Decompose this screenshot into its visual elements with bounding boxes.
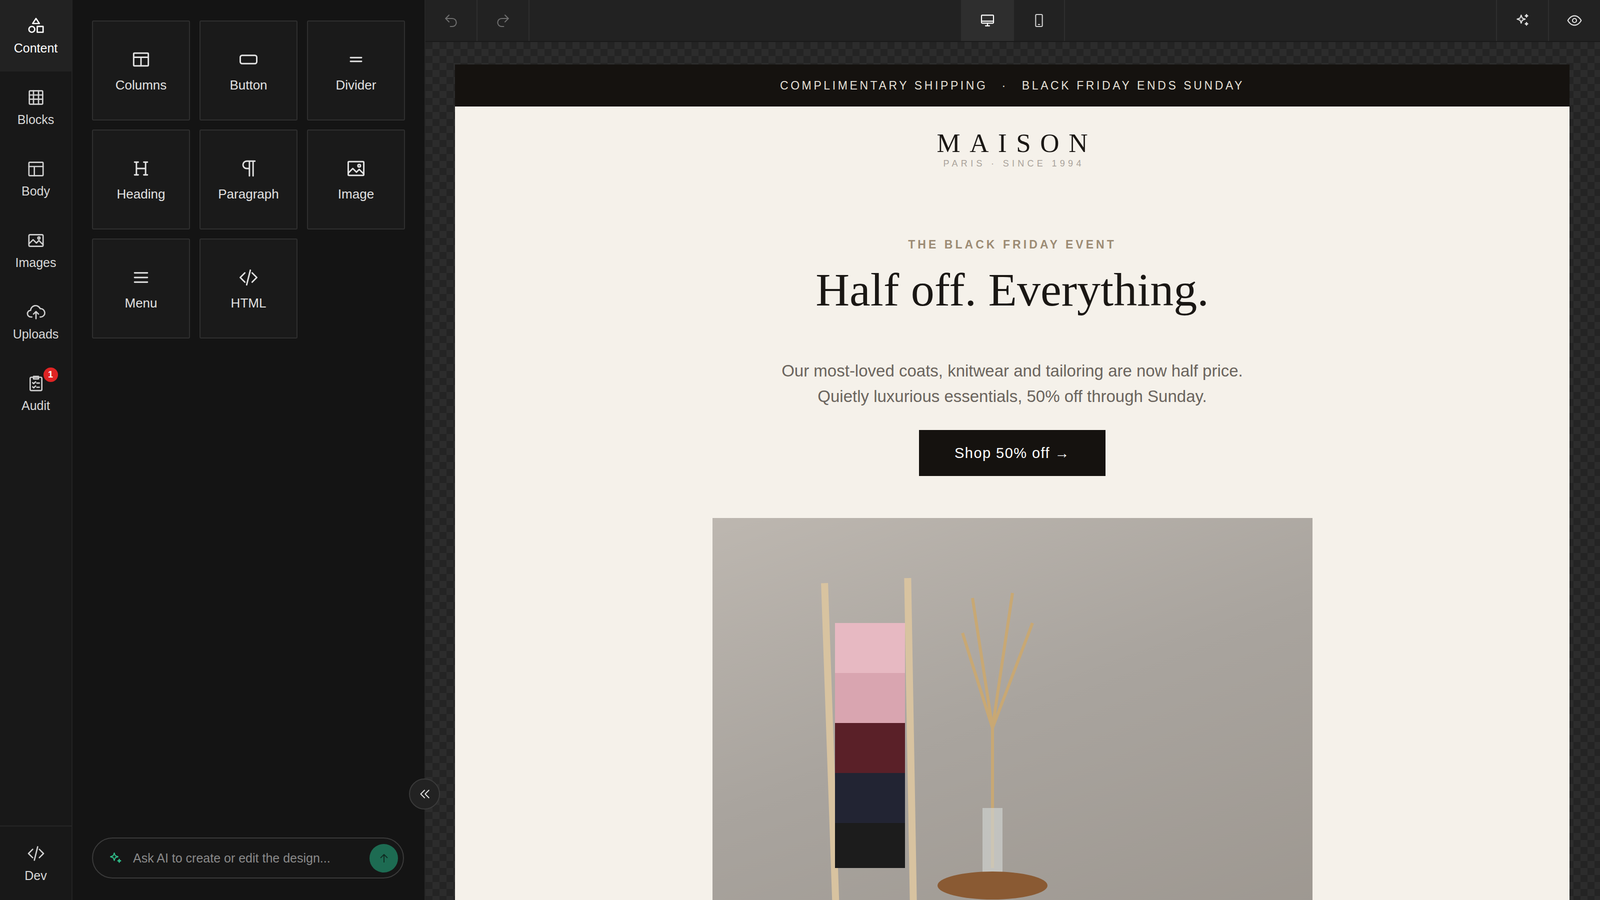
- hero-section: THE BLACK FRIDAY EVENT Half off. Everythi…: [455, 169, 1570, 900]
- shapes-icon: [26, 16, 46, 36]
- tile-label: Button: [229, 77, 267, 93]
- rail-icon-wrap: [26, 159, 46, 179]
- ai-input[interactable]: [132, 850, 361, 866]
- lead-paragraph: Our most-loved coats, knitwear and tailo…: [767, 358, 1258, 409]
- mobile-view-button[interactable]: [1013, 0, 1065, 41]
- images-icon: [26, 230, 46, 251]
- email-body: COMPLIMENTARY SHIPPING · BLACK FRIDAY ENDS…: [455, 64, 1570, 900]
- layout-icon: [26, 159, 46, 179]
- button-icon: [237, 48, 260, 71]
- tile-label: Columns: [115, 77, 167, 93]
- clipboard-icon: [26, 373, 46, 394]
- content-tile[interactable]: HTML: [199, 238, 298, 339]
- ai-prompt: [92, 837, 404, 879]
- logo-tagline: PARIS · SINCE 1994: [940, 158, 1084, 169]
- arrow-up-icon: [377, 851, 391, 865]
- shop-button[interactable]: Shop 50% off →: [919, 430, 1106, 476]
- announcement-text: COMPLIMENTARY SHIPPING: [780, 79, 988, 93]
- sparkle-icon: [108, 850, 123, 866]
- image-icon: [345, 157, 367, 180]
- tile-label: HTML: [231, 295, 267, 311]
- collapse-panel-button[interactable]: [409, 778, 440, 810]
- undo-button[interactable]: [425, 0, 478, 41]
- divider-icon: [345, 48, 367, 71]
- rail-item[interactable]: Blocks: [0, 71, 72, 143]
- redo-icon: [495, 12, 511, 29]
- brand-logo: MAISONPARIS · SINCE 1994: [455, 106, 1570, 169]
- menu-icon: [130, 266, 152, 289]
- rail-label: Images: [15, 255, 57, 270]
- content-tile[interactable]: Button: [199, 20, 298, 121]
- rail-item[interactable]: Content: [0, 0, 72, 72]
- content-tile[interactable]: Paragraph: [199, 129, 298, 230]
- html-icon: [237, 266, 260, 289]
- tile-label: Image: [338, 186, 374, 202]
- hero-photo: [712, 518, 1313, 900]
- undo-icon: [443, 12, 459, 29]
- desktop-view-button[interactable]: [961, 0, 1013, 41]
- send-button[interactable]: [369, 844, 398, 873]
- announcement-bar: COMPLIMENTARY SHIPPING · BLACK FRIDAY ENDS…: [455, 64, 1570, 107]
- tile-label: Divider: [336, 77, 377, 93]
- chevrons-left-icon: [417, 786, 432, 802]
- preview-group: [1065, 0, 1600, 41]
- eye-icon: [1566, 12, 1583, 29]
- icon-rail: Content Blocks Body Images Uploads 1 Audit Dev: [0, 0, 73, 900]
- content-tile[interactable]: Menu: [92, 238, 190, 339]
- rail-label: Uploads: [13, 327, 59, 342]
- cloud-upload-icon: [26, 302, 46, 322]
- design-canvas: COMPLIMENTARY SHIPPING · BLACK FRIDAY ENDS…: [425, 42, 1600, 900]
- content-tile[interactable]: Image: [307, 129, 405, 230]
- tile-label: Menu: [124, 295, 157, 311]
- preview-button[interactable]: [1548, 0, 1600, 41]
- rail-label: Content: [14, 41, 58, 56]
- content-tile[interactable]: Divider: [307, 20, 405, 121]
- rail-item[interactable]: Images: [0, 214, 72, 286]
- desktop-icon: [979, 12, 996, 29]
- eyebrow-text: THE BLACK FRIDAY EVENT: [908, 238, 1117, 252]
- rail-label: Blocks: [17, 112, 55, 127]
- panel-spacer: [92, 338, 404, 838]
- announcement-text: BLACK FRIDAY ENDS SUNDAY: [1022, 79, 1245, 93]
- rail-label: Body: [21, 184, 50, 199]
- rail-item[interactable]: 1 Audit: [0, 357, 72, 429]
- logo-wordmark: MAISON: [927, 128, 1097, 158]
- rail-icon-wrap: 1: [26, 373, 46, 394]
- ai-assist-button[interactable]: [1496, 0, 1548, 41]
- rail-icon-wrap: [26, 16, 46, 36]
- rail-item[interactable]: Uploads: [0, 286, 72, 358]
- rail-icon-wrap: [26, 843, 46, 864]
- content-panel: Columns Button Divider Heading Paragraph Imag…: [72, 0, 426, 900]
- rail-items: Content Blocks Body Images Uploads 1 Audit: [0, 0, 72, 826]
- content-tiles: Columns Button Divider Heading Paragraph Imag…: [92, 20, 404, 339]
- content-tile[interactable]: Heading: [92, 129, 190, 230]
- columns-icon: [130, 48, 152, 71]
- headline: Half off. Everything.: [815, 262, 1209, 317]
- heading-icon: [130, 157, 152, 180]
- rail-item[interactable]: Body: [0, 143, 72, 215]
- blocks-icon: [26, 87, 46, 108]
- photo-art: [712, 518, 1313, 900]
- tile-label: Heading: [117, 186, 166, 202]
- tile-label: Paragraph: [218, 186, 279, 202]
- sparkle-icon: [1514, 12, 1531, 29]
- view-toggle: [961, 0, 1065, 41]
- code-icon: [26, 843, 46, 864]
- rail-icon-wrap: [26, 87, 46, 108]
- mobile-icon: [1031, 12, 1047, 29]
- editor-main: COMPLIMENTARY SHIPPING · BLACK FRIDAY ENDS…: [425, 0, 1600, 900]
- history-group: [425, 0, 961, 41]
- rail-label: Audit: [21, 398, 50, 413]
- announcement-text: ·: [1002, 79, 1008, 93]
- rail-icon-wrap: [26, 302, 46, 322]
- rail-label: Dev: [24, 868, 47, 883]
- redo-button[interactable]: [477, 0, 530, 41]
- notification-badge: 1: [43, 367, 58, 382]
- rail-icon-wrap: [26, 230, 46, 251]
- top-toolbar: [425, 0, 1600, 42]
- content-tile[interactable]: Columns: [92, 20, 190, 121]
- dev-item[interactable]: Dev: [0, 825, 72, 900]
- paragraph-icon: [237, 157, 260, 180]
